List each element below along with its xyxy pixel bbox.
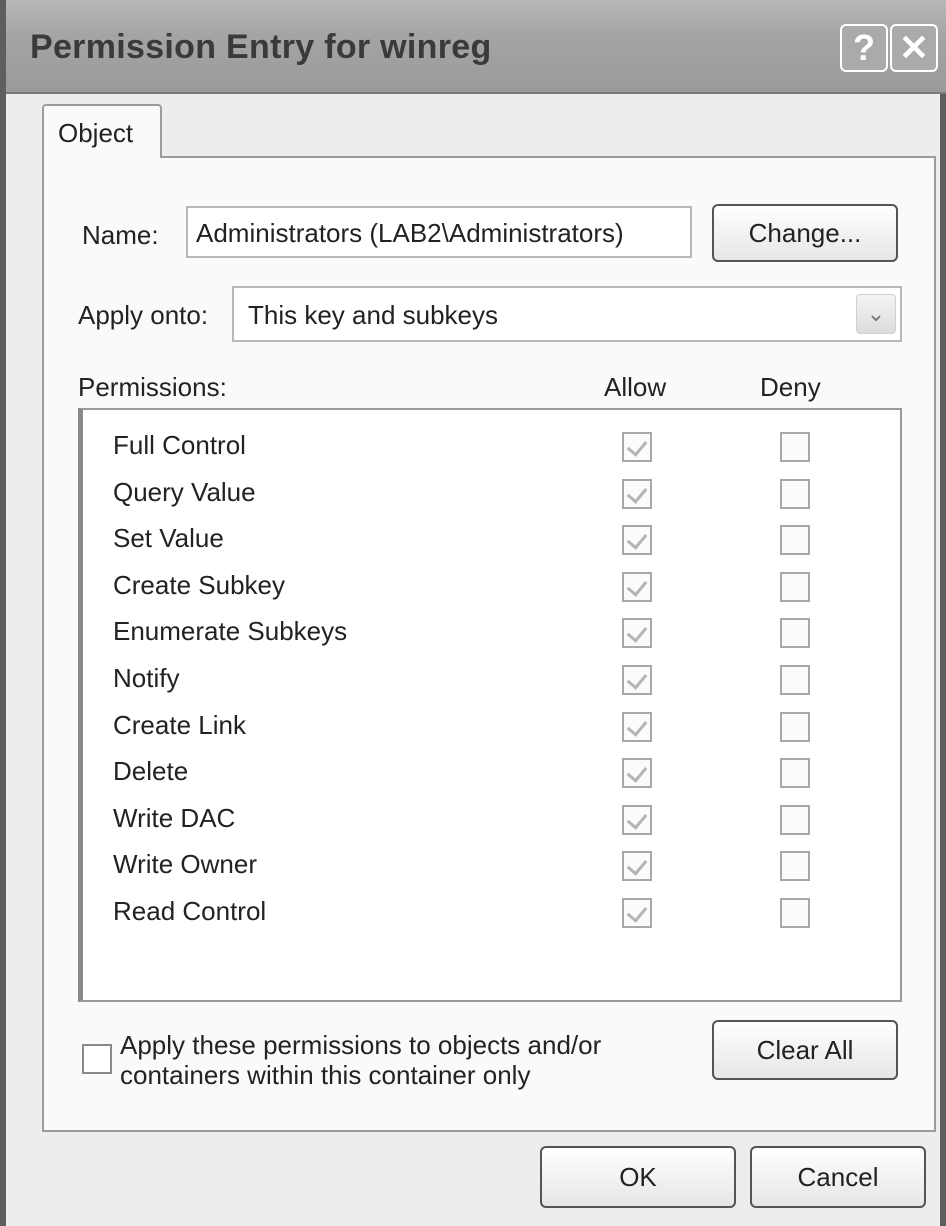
deny-checkbox[interactable]	[780, 711, 810, 742]
checkmark-icon	[626, 481, 648, 504]
permission-name: Full Control	[113, 430, 246, 460]
permission-row: Query Value	[83, 469, 900, 515]
permission-row: Full Control	[83, 422, 900, 468]
clear-all-button[interactable]: Clear All	[712, 1020, 898, 1080]
deny-checkbox[interactable]	[780, 898, 810, 928]
apply-container-only-line1: Apply these permissions to objects and/o…	[120, 1030, 602, 1060]
deny-checkbox[interactable]	[780, 665, 810, 695]
allow-checkbox[interactable]	[622, 804, 652, 835]
deny-checkbox[interactable]	[780, 478, 810, 509]
apply-container-only-line2: containers within this container only	[120, 1060, 531, 1090]
permission-name: Write Owner	[113, 849, 257, 880]
checkmark-icon	[626, 808, 648, 830]
deny-checkbox[interactable]	[780, 618, 810, 649]
permission-row: Delete	[83, 748, 900, 794]
permission-row: Enumerate Subkeys	[83, 608, 900, 654]
allow-checkbox[interactable]	[622, 432, 652, 462]
permission-row: Read Control	[83, 888, 900, 934]
apply-onto-selected: This key and subkeys	[248, 300, 499, 330]
apply-onto-label: Apply onto:	[78, 300, 209, 330]
permissions-label: Permissions:	[78, 372, 227, 402]
deny-checkbox[interactable]	[780, 851, 810, 882]
permission-row: Write Owner	[83, 841, 900, 887]
permission-name: Query Value	[113, 476, 256, 507]
permission-row: Write DAC	[83, 795, 900, 841]
close-icon[interactable]: ✕	[890, 24, 938, 72]
allow-checkbox[interactable]	[622, 758, 652, 789]
checkmark-icon	[626, 575, 648, 597]
deny-checkbox[interactable]	[780, 571, 810, 602]
permission-name: Delete	[113, 756, 189, 787]
tab-object[interactable]: Object	[42, 104, 162, 158]
allow-checkbox[interactable]	[622, 618, 652, 649]
checkmark-icon	[626, 668, 648, 690]
permission-name: Set Value	[113, 523, 224, 554]
permission-name: Write DAC	[113, 802, 236, 833]
allow-column-header: Allow	[604, 372, 667, 402]
checkmark-icon	[626, 528, 648, 550]
permission-name: Read Control	[113, 896, 267, 926]
allow-checkbox[interactable]	[622, 571, 652, 602]
change-button[interactable]: Change...	[712, 204, 898, 262]
allow-checkbox[interactable]	[622, 851, 652, 882]
permission-name: Notify	[113, 663, 180, 693]
name-label: Name:	[82, 220, 159, 250]
apply-onto-dropdown[interactable]: This key and subkeys ⌄	[232, 286, 902, 342]
allow-checkbox[interactable]	[622, 898, 652, 928]
allow-checkbox[interactable]	[622, 478, 652, 509]
chevron-down-icon[interactable]: ⌄	[856, 294, 896, 334]
checkmark-icon	[626, 761, 648, 783]
help-icon[interactable]: ?	[840, 24, 888, 72]
permission-row: Create Link	[83, 702, 900, 748]
deny-checkbox[interactable]	[780, 804, 810, 835]
permissions-list[interactable]: Full Control Query Value Set Value Create S…	[78, 408, 902, 1002]
allow-checkbox[interactable]	[622, 665, 652, 695]
name-value-field: Administrators (LAB2\Administrators)	[186, 206, 692, 258]
checkmark-icon	[626, 435, 648, 457]
deny-checkbox[interactable]	[780, 432, 810, 462]
checkmark-icon	[626, 901, 648, 923]
permission-row: Notify	[83, 655, 900, 701]
title-bar[interactable]: Permission Entry for winreg ? ✕	[6, 0, 946, 94]
apply-container-only-label: Apply these permissions to objects and/o…	[120, 1030, 601, 1090]
checkmark-icon	[626, 621, 648, 644]
permission-name: Enumerate Subkeys	[113, 616, 348, 647]
deny-column-header: Deny	[760, 372, 821, 402]
ok-button[interactable]: OK	[540, 1146, 736, 1208]
permission-row: Set Value	[83, 515, 900, 561]
permission-entry-dialog: Permission Entry for winreg ? ✕ Object N…	[0, 0, 946, 1226]
deny-checkbox[interactable]	[780, 758, 810, 789]
window-title: Permission Entry for winreg	[30, 28, 492, 66]
permission-name: Create Link	[113, 709, 246, 740]
allow-checkbox[interactable]	[622, 525, 652, 556]
deny-checkbox[interactable]	[780, 525, 810, 556]
checkmark-icon	[626, 854, 648, 877]
permission-name: Create Subkey	[113, 569, 285, 600]
checkmark-icon	[626, 714, 648, 737]
allow-checkbox[interactable]	[622, 711, 652, 742]
apply-container-only-checkbox[interactable]	[82, 1044, 112, 1074]
permission-row: Create Subkey	[83, 562, 900, 608]
cancel-button[interactable]: Cancel	[750, 1146, 926, 1208]
